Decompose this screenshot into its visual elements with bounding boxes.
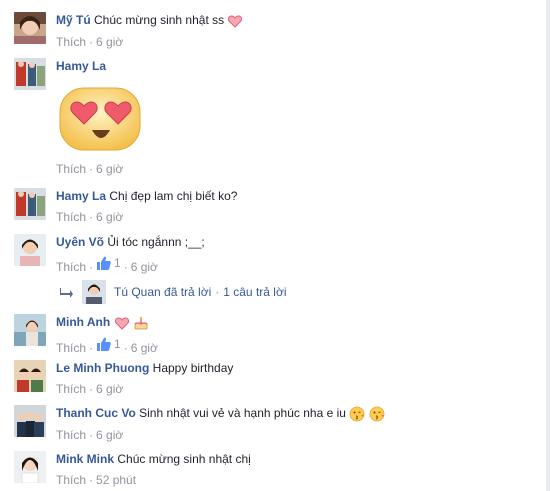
like-link[interactable]: Thích	[56, 210, 86, 224]
avatar[interactable]	[14, 360, 46, 392]
avatar[interactable]	[14, 58, 46, 90]
like-link[interactable]: Thích	[56, 162, 86, 176]
comment-author[interactable]: Thanh Cuc Vo	[56, 406, 136, 420]
comment-author[interactable]: Uyên Võ	[56, 235, 104, 249]
like-link[interactable]: Thích	[56, 35, 86, 49]
cake-icon	[134, 316, 148, 330]
comment-time[interactable]: 6 giờ	[131, 341, 158, 355]
separator: ·	[89, 162, 94, 176]
separator: ·	[89, 260, 94, 274]
separator: ·	[89, 210, 94, 224]
reply-author-text[interactable]: Tú Quan đã trả lời	[114, 285, 211, 299]
avatar-photo-icon	[14, 360, 46, 392]
like-count-value: 1	[114, 336, 121, 351]
reply-summary[interactable]: Tú Quan đã trả lời · 1 câu trả lời	[60, 280, 286, 304]
comment-author[interactable]: Mỹ Tú	[56, 13, 91, 27]
comment-text: Happy birthday	[152, 361, 234, 375]
avatar[interactable]	[14, 12, 46, 44]
avatar-photo-icon	[82, 280, 106, 304]
separator: ·	[89, 340, 94, 355]
reply-count-link[interactable]: 1 câu trả lời	[223, 285, 286, 299]
separator: ·	[89, 473, 94, 487]
avatar[interactable]	[14, 405, 46, 437]
like-link[interactable]: Thích	[56, 382, 86, 396]
separator: ·	[89, 382, 94, 396]
comment-time[interactable]: 6 giờ	[96, 382, 123, 396]
comment-author[interactable]: Minh Anh	[56, 315, 110, 329]
like-count[interactable]: 1	[96, 336, 121, 352]
heart-eyes-sticker-icon	[59, 87, 141, 151]
heart-icon	[114, 317, 129, 330]
like-link[interactable]: Thích	[56, 260, 86, 274]
comment-text: Ủi tóc ngắnnn ;__;	[107, 235, 205, 249]
like-link[interactable]: Thích	[56, 428, 86, 442]
scrollbar-track[interactable]	[546, 0, 550, 491]
like-link[interactable]: Thích	[56, 473, 86, 487]
like-count-value: 1	[114, 256, 121, 270]
avatar[interactable]	[14, 314, 46, 346]
like-thumb-icon	[97, 256, 111, 270]
avatar-photo-icon	[14, 314, 46, 346]
separator: ·	[215, 285, 220, 299]
avatar-photo-icon	[14, 12, 46, 44]
avatar-photo-icon	[14, 234, 46, 266]
heart-icon	[228, 15, 243, 28]
comment-author[interactable]: Le Minh Phuong	[56, 361, 149, 375]
comment-author[interactable]: Hamy La	[56, 59, 106, 73]
comment-text: Chúc mừng sinh nhật ss	[94, 13, 225, 27]
comment-time[interactable]: 6 giờ	[96, 162, 123, 176]
avatar-photo-icon	[14, 58, 46, 90]
separator: ·	[123, 260, 128, 274]
comment-author[interactable]: Mink Mink	[56, 452, 114, 466]
comment-time[interactable]: 6 giờ	[96, 210, 123, 224]
separator: ·	[123, 340, 128, 355]
reply-avatar[interactable]	[82, 280, 106, 304]
separator: ·	[89, 427, 94, 442]
avatar-photo-icon	[14, 188, 46, 220]
comment-time[interactable]: 6 giờ	[96, 428, 123, 442]
sticker	[56, 82, 146, 156]
kissing-face-icon	[369, 406, 385, 422]
like-count[interactable]: 1	[96, 255, 121, 271]
avatar-photo-icon	[14, 405, 46, 437]
avatar-photo-icon	[14, 451, 46, 483]
avatar[interactable]	[14, 234, 46, 266]
comment-time[interactable]: 52 phút	[96, 473, 136, 487]
comment-time[interactable]: 6 giờ	[96, 35, 123, 49]
avatar[interactable]	[14, 188, 46, 220]
separator: ·	[89, 34, 94, 49]
comment-author[interactable]: Hamy La	[56, 189, 106, 203]
like-thumb-icon	[97, 337, 111, 351]
comment-text: Chị đẹp lam chị biết ko?	[109, 189, 238, 203]
kissing-face-icon	[349, 406, 365, 422]
comment-text: Chúc mừng sinh nhật chị	[117, 452, 251, 466]
avatar[interactable]	[14, 451, 46, 483]
like-link[interactable]: Thích	[56, 341, 86, 355]
reply-arrow-icon	[60, 288, 73, 298]
comment-time[interactable]: 6 giờ	[131, 260, 158, 274]
comment-text: Sinh nhật vui vẻ và hạnh phúc nha e iu	[139, 406, 346, 420]
